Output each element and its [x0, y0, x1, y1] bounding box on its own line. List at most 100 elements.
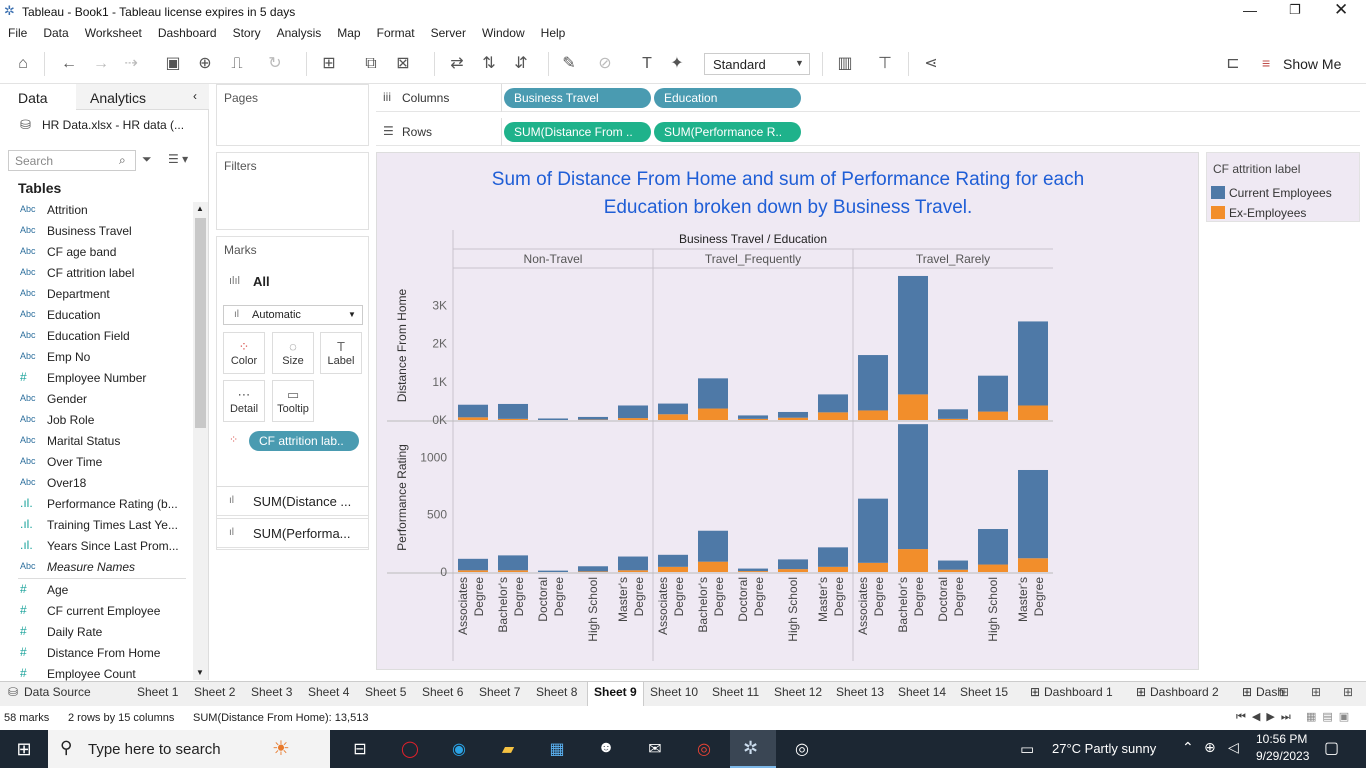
- sum-performance-tab[interactable]: ıl SUM(Performa...: [216, 518, 369, 548]
- windows-start-icon[interactable]: ⊞: [10, 739, 38, 760]
- rows-shelf[interactable]: ☰ Rows SUM(Distance From .. SUM(Performa…: [376, 118, 1360, 146]
- tab-data-source[interactable]: Data Source: [24, 685, 91, 699]
- minimize-icon[interactable]: —: [1243, 2, 1257, 18]
- menu-dashboard[interactable]: Dashboard: [150, 24, 225, 40]
- collapse-icon[interactable]: ‹: [193, 89, 197, 103]
- dimension-field[interactable]: .ıl. Years Since Last Prom...: [0, 536, 192, 557]
- rows-pill-sum-distance[interactable]: SUM(Distance From ..: [504, 122, 651, 142]
- linux-icon[interactable]: ☻: [592, 739, 620, 757]
- clear-sheet-icon[interactable]: ⊠: [392, 54, 414, 74]
- new-worksheet-icon[interactable]: ⊞: [318, 54, 340, 74]
- show-me-button[interactable]: Show Me: [1283, 56, 1341, 72]
- mark-type-dropdown[interactable]: ıl Automatic ▼: [223, 305, 363, 325]
- bar-current-employees[interactable]: [1018, 469, 1048, 559]
- bar-current-employees[interactable]: [898, 275, 928, 395]
- bar-ex-employees[interactable]: [898, 394, 928, 420]
- bar-current-employees[interactable]: [658, 403, 688, 415]
- bar-current-employees[interactable]: [618, 556, 648, 571]
- measure-field[interactable]: # CF current Employee: [0, 601, 192, 622]
- tab-data[interactable]: Data: [0, 84, 76, 110]
- menu-story[interactable]: Story: [225, 24, 269, 40]
- tab-sheet-5[interactable]: Sheet 5: [365, 685, 406, 699]
- bar-ex-employees[interactable]: [938, 569, 968, 572]
- pause-updates-icon[interactable]: ⎍: [226, 54, 248, 74]
- bar-ex-employees[interactable]: [898, 549, 928, 572]
- menu-data[interactable]: Data: [35, 24, 76, 40]
- dimension-field[interactable]: .ıl. Training Times Last Ye...: [0, 515, 192, 536]
- bar-ex-employees[interactable]: [698, 408, 728, 420]
- color-legend[interactable]: CF attrition label Current Employees Ex-…: [1206, 152, 1360, 222]
- bar-current-employees[interactable]: [938, 409, 968, 419]
- home-icon[interactable]: ⌂: [12, 54, 34, 74]
- replay-icon[interactable]: ⇢: [120, 54, 142, 74]
- bar-ex-employees[interactable]: [618, 418, 648, 420]
- chart-view[interactable]: Sum of Distance From Home and sum of Per…: [376, 152, 1199, 670]
- bar-ex-employees[interactable]: [738, 418, 768, 420]
- dimension-field[interactable]: Abc Attrition: [0, 200, 192, 221]
- bar-ex-employees[interactable]: [618, 570, 648, 572]
- bar-ex-employees[interactable]: [938, 418, 968, 420]
- bar-current-employees[interactable]: [618, 405, 648, 419]
- bar-ex-employees[interactable]: [818, 566, 848, 572]
- dimension-field[interactable]: Abc Education: [0, 305, 192, 326]
- bar-ex-employees[interactable]: [858, 562, 888, 572]
- bar-current-employees[interactable]: [658, 554, 688, 567]
- legend-label-current[interactable]: Current Employees: [1229, 186, 1332, 200]
- legend-label-ex[interactable]: Ex-Employees: [1229, 206, 1306, 220]
- bar-current-employees[interactable]: [578, 416, 608, 420]
- menu-window[interactable]: Window: [474, 24, 533, 40]
- obs-icon[interactable]: ◎: [788, 739, 816, 759]
- tab-dashboard-1[interactable]: Dashboard 1: [1044, 685, 1113, 699]
- new-story-tab-icon[interactable]: ⊞: [1343, 685, 1353, 699]
- bar-ex-employees[interactable]: [778, 569, 808, 572]
- opera-icon[interactable]: ◯: [396, 739, 424, 759]
- columns-pill-business-travel[interactable]: Business Travel: [504, 88, 651, 108]
- bar-ex-employees[interactable]: [778, 417, 808, 420]
- undo-icon[interactable]: ←: [58, 54, 80, 74]
- bar-current-employees[interactable]: [778, 411, 808, 418]
- dimension-field[interactable]: Abc Measure Names: [0, 557, 192, 578]
- chart-svg[interactable]: Sum of Distance From Home and sum of Per…: [377, 153, 1198, 669]
- presentation-icon[interactable]: ⊤: [874, 54, 896, 74]
- bar-current-employees[interactable]: [978, 529, 1008, 565]
- tab-sheet-14[interactable]: Sheet 14: [898, 685, 946, 699]
- rows-pill-sum-performance[interactable]: SUM(Performance R..: [654, 122, 801, 142]
- dimension-field[interactable]: Abc Over Time: [0, 452, 192, 473]
- tab-sheet-12[interactable]: Sheet 12: [774, 685, 822, 699]
- bar-ex-employees[interactable]: [578, 571, 608, 572]
- dimension-field[interactable]: Abc Gender: [0, 389, 192, 410]
- pages-card[interactable]: Pages: [216, 84, 369, 146]
- bar-current-employees[interactable]: [818, 394, 848, 413]
- menu-format[interactable]: Format: [369, 24, 423, 40]
- notification-icon[interactable]: ▢: [1324, 738, 1339, 758]
- bar-current-employees[interactable]: [858, 498, 888, 563]
- file-explorer-icon[interactable]: ▰: [494, 739, 522, 759]
- edge-icon[interactable]: ◉: [445, 739, 473, 759]
- group-icon[interactable]: ⊘: [594, 54, 616, 74]
- filter-icon[interactable]: ⏷: [142, 152, 152, 167]
- volume-icon[interactable]: ◁: [1228, 739, 1239, 756]
- bar-current-employees[interactable]: [1018, 321, 1048, 406]
- pin-icon[interactable]: ✦: [666, 54, 688, 74]
- measure-field[interactable]: # Daily Rate: [0, 622, 192, 643]
- measure-field[interactable]: # Age: [0, 580, 192, 601]
- menu-worksheet[interactable]: Worksheet: [77, 24, 150, 40]
- dimension-field[interactable]: Abc Over18: [0, 473, 192, 494]
- weather-text[interactable]: 27°C Partly sunny: [1052, 741, 1156, 756]
- labels-icon[interactable]: T: [636, 54, 658, 74]
- bar-current-employees[interactable]: [818, 547, 848, 567]
- bar-current-employees[interactable]: [538, 418, 568, 420]
- mail-icon[interactable]: ✉: [641, 739, 669, 759]
- bar-ex-employees[interactable]: [458, 417, 488, 420]
- view-options-icon[interactable]: ☰ ▾: [168, 152, 188, 166]
- new-dashboard-tab-icon[interactable]: ⊞: [1311, 685, 1321, 699]
- task-view-icon[interactable]: ⊟: [346, 739, 374, 759]
- tab-sheet-15[interactable]: Sheet 15: [960, 685, 1008, 699]
- bar-ex-employees[interactable]: [738, 571, 768, 572]
- dimension-field[interactable]: Abc Job Role: [0, 410, 192, 431]
- format-painter-icon[interactable]: ⊏: [1222, 54, 1244, 74]
- columns-pill-education[interactable]: Education: [654, 88, 801, 108]
- color-button[interactable]: ⁘ Color: [223, 332, 265, 374]
- sort-ascending-icon[interactable]: ⇅: [478, 54, 500, 74]
- bar-current-employees[interactable]: [578, 566, 608, 572]
